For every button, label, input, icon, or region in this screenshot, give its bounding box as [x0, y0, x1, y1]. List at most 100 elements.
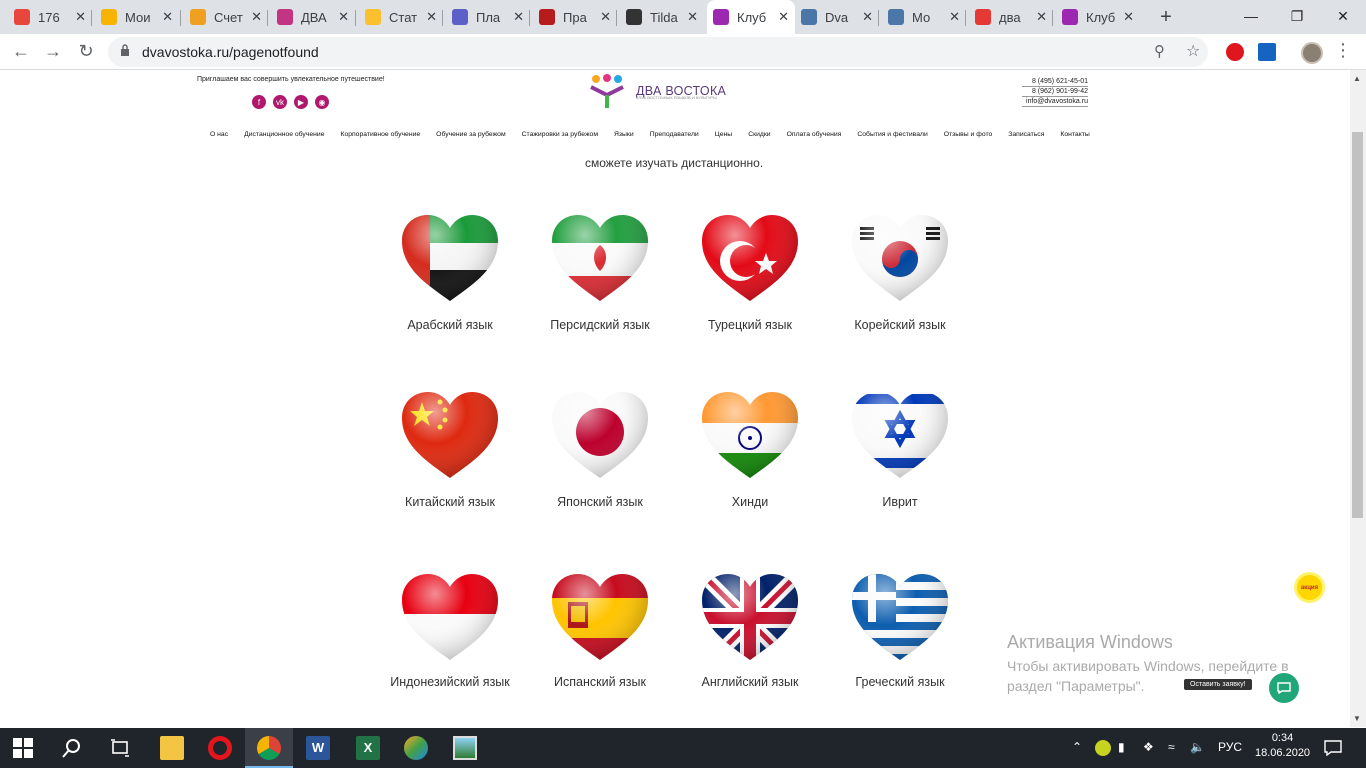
tab-close-icon[interactable]: ✕ — [1123, 9, 1134, 25]
instagram-icon[interactable]: ◉ — [315, 95, 329, 109]
phone-2[interactable]: 8 (962) 901-99-42 — [1022, 87, 1088, 97]
menu-item[interactable]: Скидки — [748, 131, 770, 138]
flag-heart-korea-icon[interactable] — [848, 213, 952, 305]
language-label[interactable]: Английский язык — [685, 675, 815, 690]
facebook-icon[interactable]: f — [252, 95, 266, 109]
flag-heart-india-icon[interactable] — [698, 390, 802, 482]
task-view-icon[interactable] — [110, 738, 130, 758]
tab-close-icon[interactable]: ✕ — [1036, 9, 1047, 25]
browser-menu-icon[interactable]: ⋮ — [1334, 40, 1352, 61]
menu-item[interactable]: Отзывы и фото — [944, 131, 993, 138]
dropbox-icon[interactable]: ❖ — [1143, 740, 1154, 754]
menu-item[interactable]: Записаться — [1008, 131, 1044, 138]
bookmark-star-icon[interactable]: ☆ — [1186, 41, 1200, 61]
forward-button[interactable]: → — [42, 41, 64, 62]
tray-chevron-icon[interactable]: ⌃ — [1072, 740, 1082, 754]
browser-tab[interactable]: Стат ✕ — [359, 4, 443, 30]
flag-heart-greece-icon[interactable] — [848, 572, 952, 664]
clock[interactable]: 0:34 18.06.2020 — [1255, 731, 1310, 761]
excel-icon[interactable]: X — [356, 736, 380, 760]
reload-button[interactable]: ↻ — [75, 41, 97, 62]
browser-tab[interactable]: два ✕ — [969, 4, 1053, 30]
youtube-icon[interactable]: ▶ — [294, 95, 308, 109]
browser-tab[interactable]: Tilda ✕ — [620, 4, 704, 30]
tab-close-icon[interactable]: ✕ — [778, 9, 789, 25]
tab-close-icon[interactable]: ✕ — [513, 9, 524, 25]
browser-tab[interactable]: Мо ✕ — [882, 4, 966, 30]
menu-item[interactable]: События и фестивали — [857, 131, 927, 138]
browser-tab[interactable]: Счет ✕ — [184, 4, 268, 30]
browser-tab[interactable]: Пра ✕ — [533, 4, 617, 30]
menu-item[interactable]: Стажировки за рубежом — [522, 131, 598, 138]
menu-item[interactable]: Дистанционное обучение — [244, 131, 324, 138]
language-label[interactable]: Турецкий язык — [685, 318, 815, 333]
extension-icon[interactable] — [1258, 43, 1276, 61]
tray-app-icon[interactable] — [1095, 740, 1111, 756]
chat-button[interactable] — [1269, 673, 1299, 703]
flag-heart-indonesia-icon[interactable] — [398, 572, 502, 664]
profile-avatar[interactable] — [1301, 42, 1323, 64]
browser-tab[interactable]: ДВА ✕ — [271, 4, 355, 30]
language-label[interactable]: Иврит — [835, 495, 965, 510]
tab-close-icon[interactable]: ✕ — [426, 9, 437, 25]
browser-tab[interactable]: Dva ✕ — [795, 4, 879, 30]
browser-tab[interactable]: Пла ✕ — [446, 4, 530, 30]
language-label[interactable]: Персидский язык — [535, 318, 665, 333]
notifications-icon[interactable] — [1324, 740, 1342, 756]
minimize-button[interactable]: — — [1228, 0, 1274, 32]
menu-item[interactable]: Оплата обучения — [787, 131, 842, 138]
language-label[interactable]: Китайский язык — [385, 495, 515, 510]
site-logo[interactable]: ДВА ВОСТОКА КЛУБ ВОСТОЧНЫХ ЯЗЫКОВ И КУЛЬ… — [588, 73, 726, 109]
opera-extension-icon[interactable] — [1226, 43, 1244, 61]
search-icon[interactable] — [62, 738, 82, 758]
language-label[interactable]: Японский язык — [535, 495, 665, 510]
file-explorer-icon[interactable] — [160, 736, 184, 760]
chrome-icon[interactable] — [257, 736, 281, 760]
language-label[interactable]: Арабский язык — [385, 318, 515, 333]
menu-item[interactable]: Контакты — [1060, 131, 1089, 138]
language-label[interactable]: Хинди — [685, 495, 815, 510]
flag-heart-turkey-icon[interactable] — [698, 213, 802, 305]
flag-heart-japan-icon[interactable] — [548, 390, 652, 482]
promo-badge[interactable]: акция — [1294, 572, 1325, 603]
scrollbar-thumb[interactable] — [1352, 132, 1363, 518]
maximize-button[interactable]: ❐ — [1274, 0, 1320, 32]
browser-tab[interactable]: 176 ✕ — [8, 4, 92, 30]
browser-tab[interactable]: Клуб ✕ — [1056, 4, 1140, 30]
menu-item[interactable]: Преподаватели — [650, 131, 699, 138]
windows-start-icon[interactable] — [13, 738, 33, 758]
zoom-icon[interactable]: ⚲ — [1154, 42, 1165, 60]
tab-close-icon[interactable]: ✕ — [600, 9, 611, 25]
flag-heart-spain-icon[interactable] — [548, 572, 652, 664]
back-button[interactable]: ← — [10, 41, 32, 62]
scroll-up-icon[interactable]: ▲ — [1353, 74, 1361, 83]
phone-1[interactable]: 8 (495) 621-45-01 — [1022, 77, 1088, 87]
paint-icon[interactable] — [404, 736, 428, 760]
vk-icon[interactable]: vk — [273, 95, 287, 109]
tab-close-icon[interactable]: ✕ — [949, 9, 960, 25]
menu-item[interactable]: Корпоративное обучение — [340, 131, 420, 138]
menu-item[interactable]: Языки — [614, 131, 634, 138]
tab-close-icon[interactable]: ✕ — [75, 9, 86, 25]
flag-heart-iran-icon[interactable] — [548, 213, 652, 305]
battery-icon[interactable]: ▮ — [1118, 740, 1125, 754]
email-link[interactable]: info@dvavostoka.ru — [1022, 97, 1088, 107]
menu-item[interactable]: Обучение за рубежом — [436, 131, 505, 138]
tab-close-icon[interactable]: ✕ — [162, 9, 173, 25]
menu-item[interactable]: Цены — [715, 131, 732, 138]
photos-icon[interactable] — [453, 736, 477, 760]
wifi-icon[interactable]: ≈ — [1168, 740, 1175, 754]
flag-heart-china-icon[interactable] — [398, 390, 502, 482]
flag-heart-uae-icon[interactable] — [398, 213, 502, 305]
word-icon[interactable]: W — [306, 736, 330, 760]
browser-tab[interactable]: Мои ✕ — [95, 4, 179, 30]
flag-heart-israel-icon[interactable] — [848, 390, 952, 482]
browser-tab[interactable]: Клуб ✕ — [707, 0, 795, 34]
menu-item[interactable]: О нас — [210, 131, 228, 138]
volume-icon[interactable]: 🔈 — [1190, 740, 1205, 754]
new-tab-button[interactable]: + — [1156, 6, 1176, 29]
tab-close-icon[interactable]: ✕ — [338, 9, 349, 25]
address-bar[interactable]: dvavostoka.ru/pagenotfound ⚲ ☆ — [108, 37, 1208, 67]
flag-heart-uk-icon[interactable] — [698, 572, 802, 664]
close-window-button[interactable]: ✕ — [1320, 0, 1366, 32]
